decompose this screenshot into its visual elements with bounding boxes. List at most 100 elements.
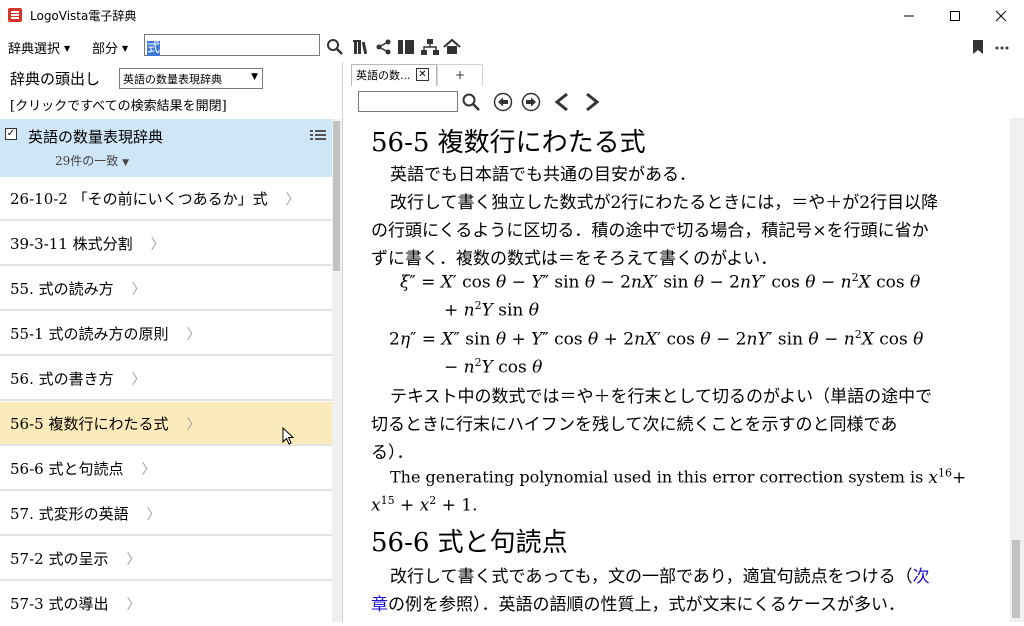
close-button[interactable]	[978, 0, 1024, 31]
partial-match-menu[interactable]: 部分 ▼	[92, 38, 128, 57]
result-label: 57-3 式の導出	[10, 595, 109, 613]
panel-layout-button[interactable]	[396, 37, 416, 57]
find-previous-button[interactable]	[492, 91, 514, 113]
result-item[interactable]: 39-3-11 株式分割 〉	[0, 222, 332, 266]
bookmark-button[interactable]	[968, 37, 988, 57]
minimize-button[interactable]	[886, 0, 932, 31]
chevron-right-icon: 〉	[141, 462, 156, 478]
paragraph-line: ずに書く．複数の数式は＝をそろえて書くのがよい．	[371, 249, 778, 269]
search-input-value: 式	[147, 41, 161, 56]
paragraph-line: 章の例を参照）．英語の語順の性質上，式が文末にくるケースが多い．	[371, 590, 905, 615]
mouse-cursor-icon	[282, 427, 294, 445]
result-item[interactable]: 57. 式変形の英語 〉	[0, 492, 332, 536]
match-count[interactable]: 29件の一致 ▼	[55, 152, 129, 169]
paragraph-text: の例を参照）．英語の語順の性質上，式が文末にくるケースが多い．	[388, 595, 905, 615]
caret-down-icon: ▼	[122, 44, 129, 53]
app-logo-icon	[8, 8, 22, 22]
content-scrollbar-thumb[interactable]	[1012, 540, 1020, 618]
result-label: 56-5 複数行にわたる式	[10, 415, 169, 433]
result-item[interactable]: 56-6 式と句読点 〉	[0, 447, 332, 491]
back-button[interactable]	[552, 91, 574, 113]
tab-label: 英語の数...	[356, 69, 411, 82]
chevron-left-icon	[554, 92, 568, 112]
dict-checkbox[interactable]: ✓	[5, 128, 17, 140]
panel-layout-icon	[398, 40, 414, 54]
search-input[interactable]: 式	[144, 34, 320, 56]
menu-button[interactable]	[992, 37, 1012, 57]
result-item[interactable]: 26-10-2 「その前にいくつあるか」式 〉	[0, 177, 332, 221]
chapter-link[interactable]: 章	[371, 595, 388, 615]
dict-selector-value: 英語の数量表現辞典	[123, 73, 222, 86]
dict-select-label: 辞典選択	[8, 42, 61, 57]
chevron-down-icon: ▼	[251, 72, 258, 82]
result-item[interactable]: 55. 式の読み方 〉	[0, 267, 332, 311]
library-button[interactable]	[352, 37, 372, 57]
caret-down-icon: ▼	[122, 158, 130, 168]
result-label: 57-2 式の呈示	[10, 550, 109, 568]
minimize-icon	[904, 15, 914, 16]
left-scrollbar-thumb[interactable]	[333, 121, 340, 271]
chevron-right-icon: 〉	[126, 597, 141, 613]
share-icon	[376, 39, 391, 55]
paragraph-line: 改行して書く式であっても，文の一部であり，適宜句読点をつける（次	[371, 562, 930, 587]
more-icon	[995, 46, 1009, 50]
result-item[interactable]: 55-1 式の読み方の原則 〉	[0, 312, 332, 356]
dict-group-name: 英語の数量表現辞典	[28, 128, 164, 146]
chevron-right-icon: 〉	[126, 552, 141, 568]
result-item[interactable]: 56. 式の書き方 〉	[0, 357, 332, 401]
paragraph-line: 改行して書く独立した数式が2行にわたるときには，＝や＋が2行目以降	[390, 193, 939, 213]
result-item[interactable]: 57-3 式の導出 〉	[0, 582, 332, 626]
list-icon[interactable]	[310, 128, 326, 142]
forward-button[interactable]	[580, 91, 602, 113]
paragraph-line: 切るときに行末にハイフンを残して次に続くことを示すのと同様であ	[371, 415, 898, 435]
result-label: 55-1 式の読み方の原則	[10, 325, 169, 343]
arrow-circle-right-icon	[521, 92, 541, 112]
result-label: 26-10-2 「その前にいくつあるか」式	[10, 190, 268, 208]
hierarchy-icon	[421, 39, 439, 55]
chevron-right-icon: 〉	[131, 282, 146, 298]
search-icon	[462, 93, 480, 111]
share-button[interactable]	[374, 37, 394, 57]
find-button[interactable]	[460, 91, 482, 113]
article-content: 56-5 複数行にわたる式 英語でも日本語でも共通の目安がある． 改行して書く独…	[352, 118, 1010, 622]
dict-head-label: 辞典の頭出し	[10, 70, 101, 88]
inline-equation: x16+	[928, 466, 967, 488]
paragraph-line: の行頭にくるように区切る．積の途中で切る場合，積記号×を行頭に省か	[371, 221, 929, 241]
dict-selector[interactable]: 英語の数量表現辞典 ▼	[119, 68, 263, 89]
tab-close-icon[interactable]: ✕	[416, 68, 429, 81]
chevron-right-icon: 〉	[146, 507, 161, 523]
chevron-right-icon: 〉	[186, 417, 201, 433]
paragraph-line: 英語でも日本語でも共通の目安がある．	[390, 165, 696, 185]
search-button[interactable]	[325, 37, 345, 57]
maximize-button[interactable]	[932, 0, 978, 31]
result-label: 57. 式変形の英語	[10, 505, 129, 523]
find-in-page-input[interactable]	[358, 91, 458, 112]
title-bar	[0, 0, 1024, 31]
close-icon	[995, 10, 1007, 21]
search-icon	[327, 39, 343, 55]
chevron-right-icon: 〉	[186, 327, 201, 343]
hierarchy-button[interactable]	[420, 37, 440, 57]
result-label: 56. 式の書き方	[10, 370, 114, 388]
result-label: 55. 式の読み方	[10, 280, 114, 298]
chapter-link[interactable]: 次	[913, 567, 930, 587]
equation-line: − n2Y cos θ	[444, 356, 543, 378]
result-label: 56-6 式と句読点	[10, 460, 124, 478]
result-item[interactable]: 57-2 式の呈示 〉	[0, 537, 332, 581]
toggle-all-results-link[interactable]: [クリックですべての検索結果を開閉]	[10, 95, 227, 114]
match-count-text: 29件の一致	[55, 154, 119, 168]
arrow-circle-left-icon	[493, 92, 513, 112]
paragraph-line: テキスト中の数式では＝や＋を行末として切るのがよい（単語の途中で	[390, 387, 933, 407]
home-icon	[443, 38, 461, 54]
section-heading: 56-5 複数行にわたる式	[371, 128, 646, 158]
home-button[interactable]	[442, 37, 462, 57]
caret-down-icon: ▼	[64, 44, 71, 53]
library-icon	[353, 40, 368, 55]
paragraph-text: 改行して書く式であっても，文の一部であり，適宜句読点をつける（	[390, 567, 913, 587]
find-next-button[interactable]	[520, 91, 542, 113]
dict-select-menu[interactable]: 辞典選択 ▼	[8, 38, 70, 57]
result-item-selected[interactable]: 56-5 複数行にわたる式 〉	[0, 402, 332, 446]
paragraph-line: る）．	[371, 443, 414, 463]
partial-match-label: 部分	[92, 42, 119, 57]
new-tab-button[interactable]: +	[437, 64, 483, 86]
